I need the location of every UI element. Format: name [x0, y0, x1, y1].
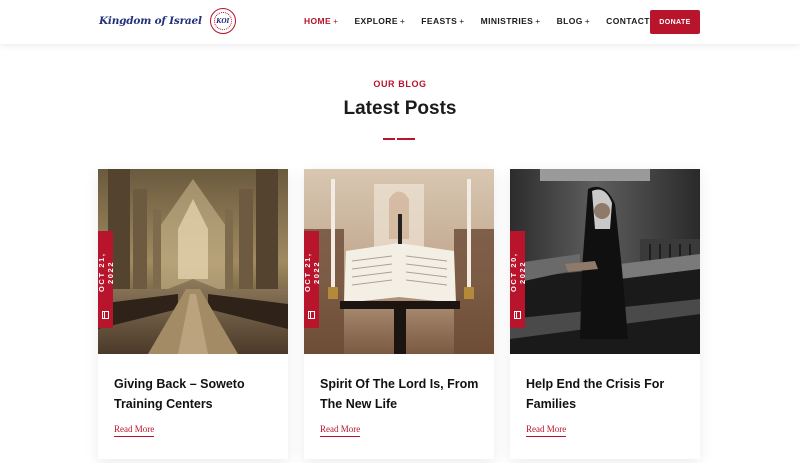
post-title[interactable]: Spirit Of The Lord Is, From The New Life [320, 374, 485, 414]
nav-home[interactable]: HOME + [304, 16, 338, 26]
main-nav: HOME + EXPLORE + FEASTS + MINISTRIES + BLOG +… [304, 16, 681, 26]
nav-feasts[interactable]: FEASTS + [421, 16, 464, 26]
book-icon [514, 311, 521, 319]
post-date: OCT 21, 2022 [96, 252, 115, 292]
post-date-badge: OCT 21, 2022 [302, 231, 321, 328]
nav-label: FEASTS [421, 16, 458, 26]
nav-label: EXPLORE [354, 16, 398, 26]
post-image-cathedral[interactable] [98, 169, 288, 354]
logo-seal-icon: KOI [209, 8, 236, 34]
site-header: Kingdom of Israel KOI HOME + EXPLORE + FEA… [0, 0, 800, 44]
post-title[interactable]: Giving Back – Soweto Training Centers [114, 374, 279, 414]
post-image-praying-woman[interactable] [510, 169, 700, 354]
post-date: OCT 21, 2022 [302, 252, 321, 292]
section-eyebrow: OUR BLOG [373, 79, 427, 89]
nav-explore[interactable]: EXPLORE + [354, 16, 405, 26]
nav-label: BLOG [556, 16, 583, 26]
plus-icon: + [459, 16, 465, 26]
nav-ministries[interactable]: MINISTRIES + [481, 16, 541, 26]
read-more-link[interactable]: Read More [320, 424, 361, 437]
book-icon [102, 311, 109, 319]
donate-button[interactable]: DONATE [650, 10, 700, 34]
logo-seal-text: KOI [216, 17, 230, 25]
book-icon [308, 311, 315, 319]
read-more-link[interactable]: Read More [114, 424, 155, 437]
post-date: OCT 20, 2022 [508, 252, 527, 292]
post-card: OCT 21, 2022 Giving Back – Soweto Traini… [96, 169, 288, 459]
plus-icon: + [399, 16, 406, 26]
logo-text: Kingdom of Israel [99, 15, 202, 27]
post-date-badge: OCT 20, 2022 [508, 231, 527, 328]
nav-blog[interactable]: BLOG + [557, 16, 591, 26]
title-divider [383, 138, 415, 141]
plus-icon: + [535, 16, 541, 26]
read-more-link[interactable]: Read More [526, 424, 567, 437]
nav-label: HOME [304, 16, 332, 26]
plus-icon: + [333, 16, 339, 26]
post-date-badge: OCT 21, 2022 [96, 231, 115, 328]
post-image-bible[interactable] [304, 169, 494, 354]
post-card: OCT 21, 2022 Spirit Of The Lord Is, From… [302, 169, 494, 459]
section-title: Latest Posts [343, 98, 457, 119]
post-title[interactable]: Help End the Crisis For Families [526, 374, 691, 414]
post-card: OCT 20, 2022 Help End the Crisis For Fam… [508, 169, 700, 459]
site-logo[interactable]: Kingdom of Israel KOI [99, 8, 236, 34]
nav-label: MINISTRIES [480, 16, 534, 26]
plus-icon: + [584, 16, 591, 26]
